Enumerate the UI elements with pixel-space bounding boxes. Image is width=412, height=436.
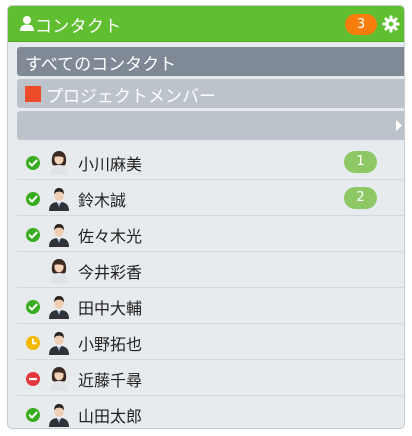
panel-title: コンタクト	[35, 17, 122, 37]
group-project-members[interactable]: プロジェクトメンバー	[17, 79, 404, 108]
contact-row[interactable]: 鈴木誠 2	[17, 180, 404, 216]
contact-name: 佐々木光	[78, 227, 143, 246]
contact-row[interactable]: 田中大輔	[17, 288, 404, 324]
group-label: すべてのコンタクト	[25, 55, 177, 75]
avatar	[46, 257, 72, 283]
avatar	[46, 401, 72, 427]
avatar	[46, 221, 72, 247]
group-unnamed[interactable]	[17, 111, 404, 140]
contacts-panel: コンタクト 3 すべてのコンタクト プロジェクトメンバー 小川麻美 1 鈴木誠 …	[7, 5, 405, 429]
status-online-icon	[26, 191, 40, 206]
avatar	[46, 185, 72, 211]
contact-name: 田中大輔	[78, 299, 143, 318]
contact-row[interactable]: 小野拓也	[17, 324, 404, 360]
avatar	[46, 329, 72, 355]
contact-row[interactable]: 佐々木光	[17, 216, 404, 252]
gear-icon[interactable]	[382, 15, 400, 33]
contact-name: 山田太郎	[78, 407, 143, 426]
contact-name: 近藤千尋	[78, 371, 143, 390]
avatar	[46, 293, 72, 319]
status-online-icon	[26, 227, 40, 242]
avatar	[46, 365, 72, 391]
contact-list: 小川麻美 1 鈴木誠 2 佐々木光今井彩香田中大輔小野拓也近藤千尋山田太郎	[17, 144, 404, 428]
status-away-icon	[26, 335, 40, 350]
person-icon	[20, 16, 34, 31]
contact-name: 小川麻美	[78, 155, 143, 174]
unread-count-badge: 3	[345, 14, 377, 35]
status-busy-icon	[26, 371, 40, 386]
status-online-icon	[26, 407, 40, 422]
avatar	[46, 149, 72, 175]
group-color-swatch	[25, 86, 41, 102]
chevron-right-icon	[396, 120, 402, 131]
contact-name: 今井彩香	[78, 263, 143, 282]
message-count-badge: 2	[344, 187, 377, 209]
group-all-contacts[interactable]: すべてのコンタクト	[17, 47, 404, 76]
status-online-icon	[26, 299, 40, 314]
contact-row[interactable]: 近藤千尋	[17, 360, 404, 396]
contact-row[interactable]: 小川麻美 1	[17, 144, 404, 180]
panel-header: コンタクト 3	[8, 6, 404, 42]
contact-row[interactable]: 山田太郎	[17, 396, 404, 428]
status-online-icon	[26, 155, 40, 170]
message-count-badge: 1	[344, 151, 377, 173]
contact-name: 小野拓也	[78, 335, 143, 354]
contact-row[interactable]: 今井彩香	[17, 252, 404, 288]
contact-name: 鈴木誠	[78, 191, 127, 210]
group-label: プロジェクトメンバー	[46, 87, 216, 107]
